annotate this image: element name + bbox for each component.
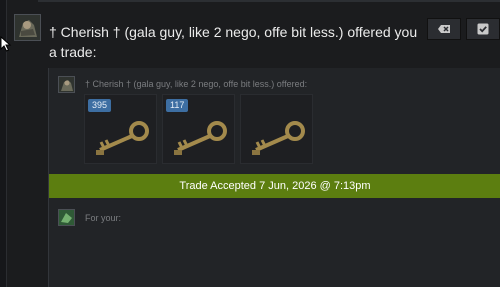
received-items-label: For your: bbox=[85, 213, 122, 223]
recipient-avatar[interactable] bbox=[58, 209, 75, 226]
trade-offer-panel: † Cherish † (gala guy, like 2 nego, offe… bbox=[48, 68, 500, 287]
offered-items-label: † Cherish † (gala guy, like 2 nego, offe… bbox=[85, 79, 308, 89]
accept-button[interactable] bbox=[466, 18, 500, 40]
tag-remove-icon bbox=[438, 25, 450, 33]
key-icon bbox=[96, 121, 149, 155]
avatar-image bbox=[15, 15, 40, 40]
avatar-image bbox=[59, 210, 74, 225]
top-divider bbox=[38, 0, 500, 2]
avatar-image bbox=[59, 77, 74, 92]
sender-avatar[interactable] bbox=[14, 14, 41, 41]
sender-small-avatar[interactable] bbox=[58, 76, 75, 93]
mouse-cursor-icon bbox=[0, 36, 12, 52]
item-quantity-badge: 117 bbox=[166, 99, 189, 112]
offered-item[interactable] bbox=[240, 94, 313, 164]
key-icon bbox=[174, 121, 227, 155]
trade-status-banner: Trade Accepted 7 Jun, 2026 @ 7:13pm bbox=[49, 174, 500, 198]
key-icon bbox=[252, 121, 305, 155]
item-quantity-badge: 395 bbox=[88, 99, 112, 112]
checkbox-icon bbox=[477, 23, 489, 35]
offered-item[interactable]: 395 bbox=[84, 94, 157, 164]
trade-offer-headline: † Cherish † (gala guy, like 2 nego, offe… bbox=[49, 24, 418, 60]
decline-button[interactable] bbox=[427, 18, 461, 40]
offered-item[interactable]: 117 bbox=[162, 94, 235, 164]
